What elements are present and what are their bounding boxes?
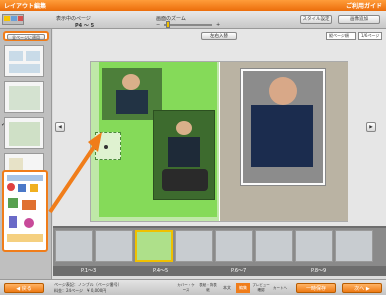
film-thumb-3[interactable] [135,230,173,262]
template-thumb-2[interactable] [4,81,44,113]
zoom-in-button[interactable]: + [216,22,220,28]
baby-face [176,121,192,135]
photo-slot-3[interactable] [240,68,326,186]
temp-save-label: 一時保存 [305,286,326,292]
zoom-out-button[interactable]: − [156,22,160,28]
step-tab-cart[interactable]: カートへ [272,283,288,293]
style-settings-label: スタイル設定 [302,17,330,22]
step-tab-cover-label: カバー・ケース [177,283,195,292]
swap-label: 左右入替 [210,34,228,39]
next-button[interactable]: 次へ ▶ [342,283,382,293]
baby-face [269,77,297,105]
step-tab-body-label: 本文 [223,285,231,290]
zoom-slider-track[interactable] [164,21,212,28]
baby-body [116,90,148,114]
image-add-button[interactable]: 画像追加 [338,15,380,24]
style-settings-button[interactable]: スタイル設定 [300,15,332,24]
page-value: P4 〜 5 [75,23,95,29]
template-thumb-1[interactable] [4,45,44,77]
left-page[interactable] [91,62,219,221]
apply-all-label: 全ページに適用 [12,35,40,40]
decoration-icon [7,234,43,242]
baby-body [251,105,313,167]
next-arrow-icon: ▶ [369,125,373,130]
step-tab-edit[interactable]: 編集 [236,283,250,293]
temp-save-button[interactable]: 一時保存 [296,283,336,293]
tool-icon-3[interactable] [18,16,23,21]
film-label-4: P.8〜9 [311,268,327,274]
step-tab-cover[interactable]: カバー・ケース [176,283,196,293]
decoration-icon [18,184,26,192]
thumb-photo [9,122,40,146]
template-sidebar: 全ページに適用 ✓ [0,29,52,279]
next-page-button[interactable]: ▶ [366,122,376,132]
step-tab-preview-label: プレビュー確認 [252,283,270,292]
back-label: ◀ 戻る [16,286,32,292]
zoom-slider-handle[interactable] [166,21,170,28]
toolbar: 表示中のページ P4 〜 5 画面のズーム − + スタイル設定 画像追加 [0,11,386,29]
film-thumb-5[interactable] [215,230,253,262]
canvas-area: 左右入替 縦ページ順 1/6ページ ◀ ▶ [48,29,386,226]
title-bar: レイアウト編集 ご利用ガイド [0,0,386,11]
window-title: レイアウト編集 [4,3,47,10]
page-order-value: 縦ページ順 [329,33,349,38]
decoration-icon [24,218,34,228]
tool-icon-2[interactable] [11,16,17,21]
page-order-select[interactable]: 縦ページ順 [326,32,356,40]
back-button[interactable]: ◀ 戻る [4,283,44,293]
step-tab-binding[interactable]: 表紙・背表紙 [198,283,218,293]
thumb-photo [9,64,40,73]
thumb-photo [26,51,40,61]
right-page[interactable] [220,62,348,221]
film-thumb-1[interactable] [55,230,93,262]
decoration-icon [8,198,18,208]
baby-body [168,137,200,167]
page-count-value: 1/6ページ [361,33,380,38]
image-add-label: 画像追加 [350,17,368,22]
decoration-icon [9,216,17,228]
step-tab-body[interactable]: 本文 [220,283,234,293]
footer-bar: ◀ 戻る ページ表記：ノンブル（ページ番号） 料金：24ページ ¥ 0,000円… [0,279,386,295]
page-spread [90,61,348,222]
film-label-3: P.6〜7 [231,268,247,274]
apply-all-highlight: 全ページに適用 [3,31,49,41]
film-thumb-4[interactable] [175,230,213,262]
film-thumb-7[interactable] [295,230,333,262]
film-thumb-8[interactable] [335,230,373,262]
template-header [7,175,43,181]
tricycle [162,169,208,191]
film-row [53,228,386,266]
photo-slot-2[interactable] [153,110,215,200]
film-thumb-2[interactable] [95,230,133,262]
film-label-2: P.4〜5 [153,268,169,274]
apply-all-button[interactable]: 全ページに適用 [7,34,45,40]
zoom-label: 画面のズーム [156,16,186,22]
selected-template-highlight[interactable] [2,170,48,252]
step-tab-cart-label: カートへ [273,286,287,290]
help-link[interactable]: ご利用ガイド [346,1,382,10]
decoration-icon [7,183,15,191]
thumb-photo [9,51,23,61]
page-label: 表示中のページ [56,16,91,22]
next-label: 次へ ▶ [354,286,370,292]
tool-palette[interactable] [2,14,24,25]
step-tab-preview[interactable]: プレビュー確認 [252,283,270,293]
page-count-select[interactable]: 1/6ページ [358,32,382,40]
info-line-2: 料金：24ページ ¥ 0,000円 [54,288,107,293]
decoration-icon [30,184,38,192]
template-thumb-3[interactable] [4,117,44,149]
guide-arrow-icon [48,132,102,214]
decoration-icon [22,200,36,210]
tool-icon-1[interactable] [4,16,10,21]
baby-face [122,74,140,90]
step-tab-binding-label: 表紙・背表紙 [199,283,217,292]
page-filmstrip: P.1〜3 P.4〜5 P.6〜7 P.8〜9 [53,226,386,276]
swap-left-right-button[interactable]: 左右入替 [201,32,237,40]
thumb-photo [9,86,40,110]
step-tab-edit-label: 編集 [239,285,247,290]
film-thumb-6[interactable] [255,230,293,262]
film-label-1: P.1〜3 [81,268,97,274]
